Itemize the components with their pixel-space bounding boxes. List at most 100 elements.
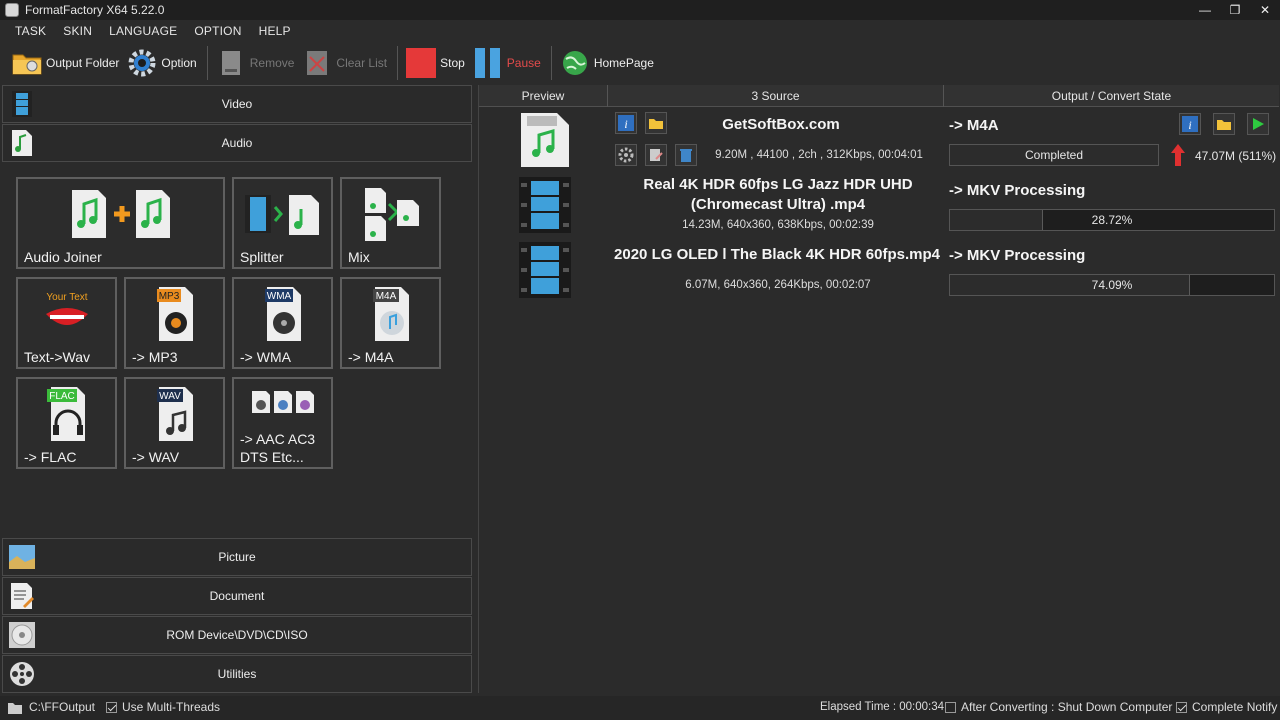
category-utilities[interactable]: Utilities xyxy=(2,655,472,693)
settings-gear-icon[interactable] xyxy=(615,144,637,166)
after-converting-checkbox[interactable]: After Converting : Shut Down Computer xyxy=(945,700,1172,714)
audio-file-thumbnail xyxy=(519,111,571,169)
title-bar: FormatFactory X64 5.22.0 — ❐ ✕ xyxy=(0,0,1280,20)
restore-icon[interactable]: ❐ xyxy=(1220,0,1250,20)
to-mp3-label: -> MP3 xyxy=(132,349,178,365)
category-video-label: Video xyxy=(221,97,253,111)
category-audio[interactable]: Audio xyxy=(2,124,472,162)
folder-small-icon xyxy=(8,701,22,714)
wav-badge-text: WAV xyxy=(159,391,181,402)
clear-list-icon xyxy=(302,48,332,78)
close-icon[interactable]: ✕ xyxy=(1250,0,1280,20)
task-state: -> MKV Processing xyxy=(949,247,1086,264)
audio-joiner-tile[interactable]: Audio Joiner xyxy=(16,177,225,269)
output-size-result: 47.07M (511%) xyxy=(1195,149,1277,163)
remove-label: Remove xyxy=(249,56,295,70)
checkbox-unchecked-icon xyxy=(945,702,956,714)
toolbar: Output Folder Option Remove Clear List S… xyxy=(0,42,1280,84)
to-flac-label: -> FLAC xyxy=(24,449,77,465)
to-mp3-tile[interactable]: MP3 -> MP3 xyxy=(124,277,225,369)
task-row[interactable]: Real 4K HDR 60fps LG Jazz HDR UHD (Chrom… xyxy=(479,175,1279,240)
size-increase-arrow-icon xyxy=(1171,144,1185,166)
document-icon xyxy=(7,581,37,611)
multi-threads-label: Use Multi-Threads xyxy=(122,700,221,714)
pause-icon xyxy=(473,48,503,78)
flac-badge-text: FLAC xyxy=(49,391,75,402)
task-name: GetSoftBox.com xyxy=(722,116,840,133)
output-folder-button[interactable]: Output Folder xyxy=(12,46,119,80)
category-rom-device[interactable]: ROM Device\DVD\CD\ISO xyxy=(2,616,472,654)
folder-icon[interactable] xyxy=(645,112,667,134)
homepage-button[interactable]: HomePage xyxy=(560,46,654,80)
splitter-label: Splitter xyxy=(240,249,284,265)
task-row[interactable]: 2020 LG OLED l The Black 4K HDR 60fps.mp… xyxy=(479,240,1279,305)
status-bar: C:\FFOutput Use Multi-Threads Elapsed Ti… xyxy=(0,696,1280,720)
audio-note-icon xyxy=(7,128,37,158)
video-file-thumbnail xyxy=(519,242,571,300)
menu-skin[interactable]: SKIN xyxy=(63,24,92,38)
to-aac-ac3-dts-label: -> AAC AC3 DTS Etc... xyxy=(240,431,316,465)
mp3-icon: MP3 xyxy=(126,285,223,343)
to-wma-tile[interactable]: WMA -> WMA xyxy=(232,277,333,369)
lips-icon: Your Text xyxy=(18,285,115,343)
to-m4a-label: -> M4A xyxy=(348,349,394,365)
svg-text:i: i xyxy=(624,117,627,131)
wma-badge-text: WMA xyxy=(266,291,291,302)
globe-icon xyxy=(560,48,590,78)
text-to-wav-tile[interactable]: Your Text Text->Wav xyxy=(16,277,117,369)
to-m4a-tile[interactable]: M4A -> M4A xyxy=(340,277,441,369)
multi-format-icon xyxy=(234,387,331,417)
splitter-tile[interactable]: Splitter xyxy=(232,177,333,269)
menu-language[interactable]: LANGUAGE xyxy=(109,24,177,38)
elapsed-time: Elapsed Time : 00:00:34 xyxy=(820,701,945,713)
homepage-label: HomePage xyxy=(593,56,654,70)
header-source[interactable]: 3 Source xyxy=(608,85,944,107)
output-folder-label: Output Folder xyxy=(46,56,120,70)
after-converting-label: After Converting : Shut Down Computer xyxy=(961,700,1173,714)
task-info: 9.20M , 44100 , 2ch , 312Kbps, 00:04:01 xyxy=(715,149,923,161)
wma-icon: WMA xyxy=(234,285,331,343)
category-picture[interactable]: Picture xyxy=(2,538,472,576)
task-row[interactable]: i GetSoftBox.com 9.20M , 44100 , 2ch , 3… xyxy=(479,110,1279,175)
complete-notify-checkbox[interactable]: Complete Notify xyxy=(1176,700,1277,714)
folder-icon xyxy=(12,48,42,78)
edit-file-icon[interactable] xyxy=(645,144,667,166)
to-flac-tile[interactable]: FLAC -> FLAC xyxy=(16,377,117,469)
header-preview[interactable]: Preview xyxy=(479,85,608,107)
header-output[interactable]: Output / Convert State xyxy=(944,85,1279,107)
menu-task[interactable]: TASK xyxy=(15,24,46,38)
menu-help[interactable]: HELP xyxy=(259,24,291,38)
minimize-icon[interactable]: — xyxy=(1190,0,1220,20)
output-path[interactable]: C:\FFOutput xyxy=(29,700,95,714)
category-document[interactable]: Document xyxy=(2,577,472,615)
output-info-icon[interactable]: i xyxy=(1179,113,1201,135)
task-info: 6.07M, 640x360, 264Kbps, 00:02:07 xyxy=(685,279,871,291)
remove-icon xyxy=(216,48,246,78)
to-aac-ac3-dts-tile[interactable]: -> AAC AC3 DTS Etc... xyxy=(232,377,333,469)
output-folder-icon[interactable] xyxy=(1213,113,1235,135)
pause-button[interactable]: Pause xyxy=(473,46,541,80)
gear-icon xyxy=(127,48,157,78)
clear-list-button[interactable]: Clear List xyxy=(302,46,387,80)
mix-tile[interactable]: Mix xyxy=(340,177,441,269)
remove-button[interactable]: Remove xyxy=(216,46,295,80)
to-wav-tile[interactable]: WAV -> WAV xyxy=(124,377,225,469)
task-info: 14.23M, 640x360, 638Kbps, 00:02:39 xyxy=(682,219,874,231)
menu-option[interactable]: OPTION xyxy=(194,24,241,38)
stop-icon xyxy=(406,48,437,78)
video-file-thumbnail xyxy=(519,177,571,235)
task-name: 2020 LG OLED l The Black 4K HDR 60fps.mp… xyxy=(614,246,940,263)
option-button[interactable]: Option xyxy=(127,46,197,80)
category-video[interactable]: Video xyxy=(2,85,472,123)
category-audio-label: Audio xyxy=(221,136,253,150)
audio-joiner-label: Audio Joiner xyxy=(24,249,102,265)
task-name: Real 4K HDR 60fps LG Jazz HDR UHD (Chrom… xyxy=(643,176,913,213)
option-label: Option xyxy=(161,56,197,70)
task-progress-bar: 74.09% xyxy=(949,274,1275,296)
play-icon[interactable] xyxy=(1247,113,1269,135)
info-icon[interactable]: i xyxy=(615,112,637,134)
multi-threads-checkbox[interactable]: Use Multi-Threads xyxy=(106,700,220,714)
task-progress-bar: Completed xyxy=(949,144,1159,166)
app-icon xyxy=(5,3,19,17)
stop-button[interactable]: Stop xyxy=(406,46,465,80)
